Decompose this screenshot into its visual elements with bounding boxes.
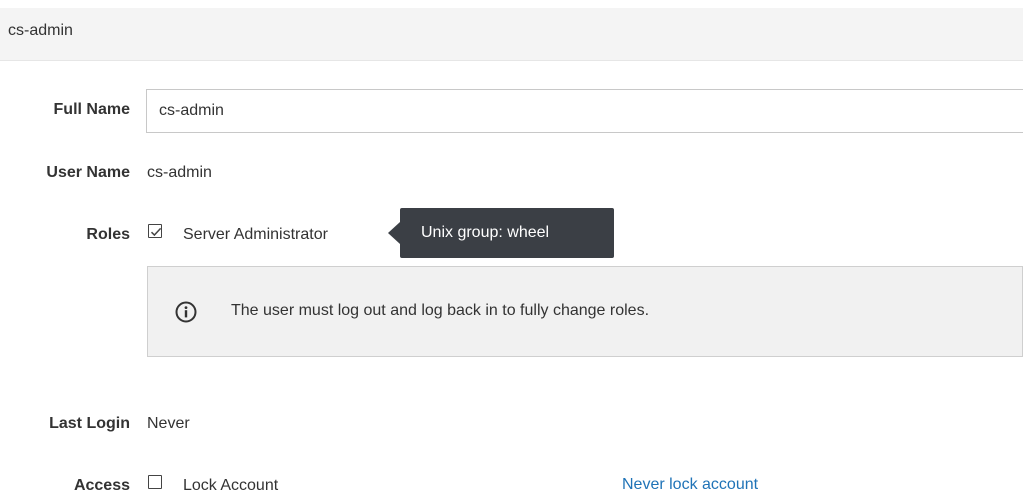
last-login-value: Never — [147, 415, 190, 432]
lock-account-label[interactable]: Lock Account — [183, 477, 278, 495]
user-name-value: cs-admin — [147, 164, 212, 181]
last-login-label: Last Login — [49, 415, 130, 432]
server-administrator-label[interactable]: Server Administrator — [183, 226, 328, 244]
roles-info-box: The user must log out and log back in to… — [147, 266, 1023, 357]
checkmark-icon — [150, 227, 162, 237]
user-details-page: cs-admin Full Name User Name cs-admin Ro… — [0, 0, 1023, 497]
full-name-input[interactable] — [146, 89, 1023, 133]
full-name-label: Full Name — [53, 101, 130, 118]
lock-account-checkbox[interactable] — [148, 475, 162, 489]
tooltip-arrow — [388, 222, 400, 244]
unix-group-tooltip: Unix group: wheel — [400, 208, 614, 258]
access-label: Access — [73, 477, 130, 494]
user-name-label: User Name — [46, 164, 130, 181]
never-lock-account-link[interactable]: Never lock account — [622, 476, 758, 494]
roles-label: Roles — [86, 226, 130, 243]
page-header: cs-admin — [0, 8, 1023, 61]
server-administrator-checkbox[interactable] — [148, 224, 162, 238]
page-title: cs-admin — [8, 22, 73, 39]
info-circle-icon — [175, 301, 197, 323]
info-message: The user must log out and log back in to… — [231, 302, 650, 319]
